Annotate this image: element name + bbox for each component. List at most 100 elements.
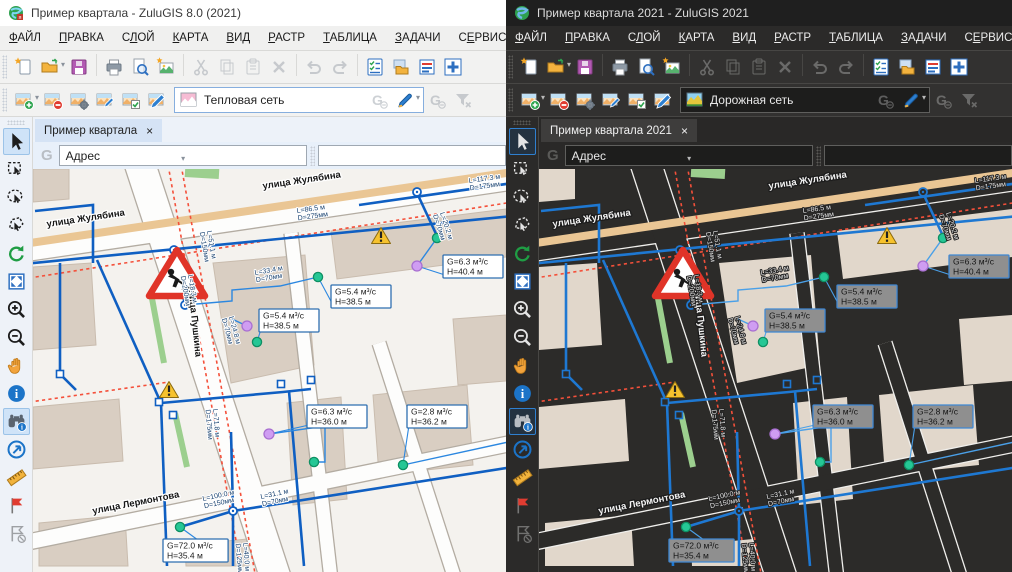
menu-item-сервис[interactable]: СЕРВИС (955, 28, 1012, 48)
image-new-button[interactable] (153, 54, 179, 80)
cut-button[interactable] (188, 54, 214, 80)
tool-flag-off[interactable] (509, 520, 536, 547)
save-button[interactable] (66, 54, 92, 80)
chevron-down-icon[interactable]: ▾ (416, 93, 420, 113)
redo-button[interactable] (327, 54, 353, 80)
tool-select-ellipse[interactable] (3, 184, 30, 211)
map-tab[interactable]: Пример квартала × (35, 119, 162, 142)
funnel-button[interactable] (956, 87, 982, 113)
plus-blue-button[interactable] (946, 54, 972, 80)
menu-item-сервис[interactable]: СЕРВИС (449, 28, 506, 48)
g-dim-button[interactable]: G (872, 87, 898, 113)
layer-edit-button[interactable] (92, 87, 118, 113)
menu-item-задачи[interactable]: ЗАДАЧИ (892, 28, 956, 48)
doc-new-button[interactable] (11, 54, 37, 80)
tool-select[interactable] (3, 128, 30, 155)
tool-select-rect[interactable] (3, 156, 30, 183)
tool-pan[interactable] (509, 352, 536, 379)
tool-navigate[interactable] (3, 436, 30, 463)
g-dim-button[interactable]: G (930, 87, 956, 113)
pen-button[interactable] (898, 87, 924, 113)
layer-props-button[interactable] (572, 87, 598, 113)
title-bar[interactable]: я Пример квартала - ZuluGIS 8.0 (2021) (0, 0, 506, 26)
tool-find-info[interactable]: i (509, 408, 536, 435)
tool-select-ellipse[interactable] (509, 184, 536, 211)
menu-item-карта[interactable]: КАРТА (164, 28, 218, 48)
tool-measure[interactable] (509, 464, 536, 491)
layer-add-button[interactable] (11, 87, 37, 113)
tool-refresh[interactable] (509, 240, 536, 267)
copy-button[interactable] (720, 54, 746, 80)
tool-zoom-in[interactable] (509, 296, 536, 323)
menu-item-слой[interactable]: СЛОЙ (619, 28, 670, 48)
undo-button[interactable] (807, 54, 833, 80)
tab-close-icon[interactable]: × (146, 124, 153, 138)
map-viewport[interactable]: улица Жулябинаулица Жулябинаулица Пушкин… (33, 169, 506, 572)
delete-button[interactable] (266, 54, 292, 80)
tool-zoom-extent[interactable] (509, 268, 536, 295)
print-button[interactable] (101, 54, 127, 80)
search-type-combobox[interactable]: Адрес ▾ (565, 145, 813, 166)
g-dim-button[interactable]: G (424, 87, 450, 113)
checklist-button[interactable] (362, 54, 388, 80)
pen-button[interactable] (392, 87, 418, 113)
tool-info[interactable]: i (509, 380, 536, 407)
print-button[interactable] (607, 54, 633, 80)
preview-button[interactable] (127, 54, 153, 80)
menu-item-растр[interactable]: РАСТР (765, 28, 820, 48)
tool-info[interactable]: i (3, 380, 30, 407)
redo-button[interactable] (833, 54, 859, 80)
tool-zoom-in[interactable] (3, 296, 30, 323)
tool-measure[interactable] (3, 464, 30, 491)
tool-zoom-out[interactable] (509, 324, 536, 351)
legend-button[interactable] (920, 54, 946, 80)
paste-button[interactable] (240, 54, 266, 80)
image-new-button[interactable] (659, 54, 685, 80)
open-button[interactable] (543, 54, 569, 80)
tool-pan[interactable] (3, 352, 30, 379)
plus-blue-button[interactable] (440, 54, 466, 80)
folder-map-button[interactable] (388, 54, 414, 80)
toolbar-grip[interactable] (508, 55, 513, 79)
g-dim-button[interactable]: G (366, 87, 392, 113)
funnel-button[interactable] (450, 87, 476, 113)
menu-item-правка[interactable]: ПРАВКА (50, 28, 113, 48)
tool-select[interactable] (509, 128, 536, 155)
menu-item-вид[interactable]: ВИД (723, 28, 765, 48)
tool-flag-off[interactable] (3, 520, 30, 547)
checklist-button[interactable] (868, 54, 894, 80)
address-search-input[interactable] (318, 145, 506, 166)
tool-find-info[interactable]: i (3, 408, 30, 435)
menu-item-задачи[interactable]: ЗАДАЧИ (386, 28, 450, 48)
layer-edit-button[interactable] (598, 87, 624, 113)
tool-navigate[interactable] (509, 436, 536, 463)
palette-grip[interactable] (513, 120, 531, 125)
undo-button[interactable] (301, 54, 327, 80)
copy-button[interactable] (214, 54, 240, 80)
cut-button[interactable] (694, 54, 720, 80)
search-type-combobox[interactable]: Адрес ▾ (59, 145, 307, 166)
delete-button[interactable] (772, 54, 798, 80)
toolbar-grip[interactable] (2, 88, 7, 112)
map-viewport[interactable]: улица Жулябинаулица Жулябинаулица Пушкин… (539, 169, 1012, 572)
map-tab[interactable]: Пример квартала 2021 × (541, 119, 697, 142)
layer-remove-button[interactable] (40, 87, 66, 113)
menu-item-файл[interactable]: ФАЙЛ (0, 28, 50, 48)
tool-zoom-extent[interactable] (3, 268, 30, 295)
menu-item-слой[interactable]: СЛОЙ (113, 28, 164, 48)
tool-select-polygon[interactable] (3, 212, 30, 239)
layer-props-button[interactable] (66, 87, 92, 113)
chevron-down-icon[interactable]: ▾ (61, 60, 65, 80)
tool-select-rect[interactable] (509, 156, 536, 183)
layer-remove-button[interactable] (546, 87, 572, 113)
folder-map-button[interactable] (894, 54, 920, 80)
menu-item-таблица[interactable]: ТАБЛИЦА (314, 28, 386, 48)
toolbar-grip[interactable] (2, 55, 7, 79)
chevron-down-icon[interactable]: ▾ (922, 93, 926, 113)
menu-item-карта[interactable]: КАРТА (670, 28, 724, 48)
tool-flag[interactable] (3, 492, 30, 519)
chevron-down-icon[interactable]: ▾ (567, 60, 571, 80)
open-button[interactable] (37, 54, 63, 80)
layer-check-button[interactable] (624, 87, 650, 113)
menu-item-правка[interactable]: ПРАВКА (556, 28, 619, 48)
